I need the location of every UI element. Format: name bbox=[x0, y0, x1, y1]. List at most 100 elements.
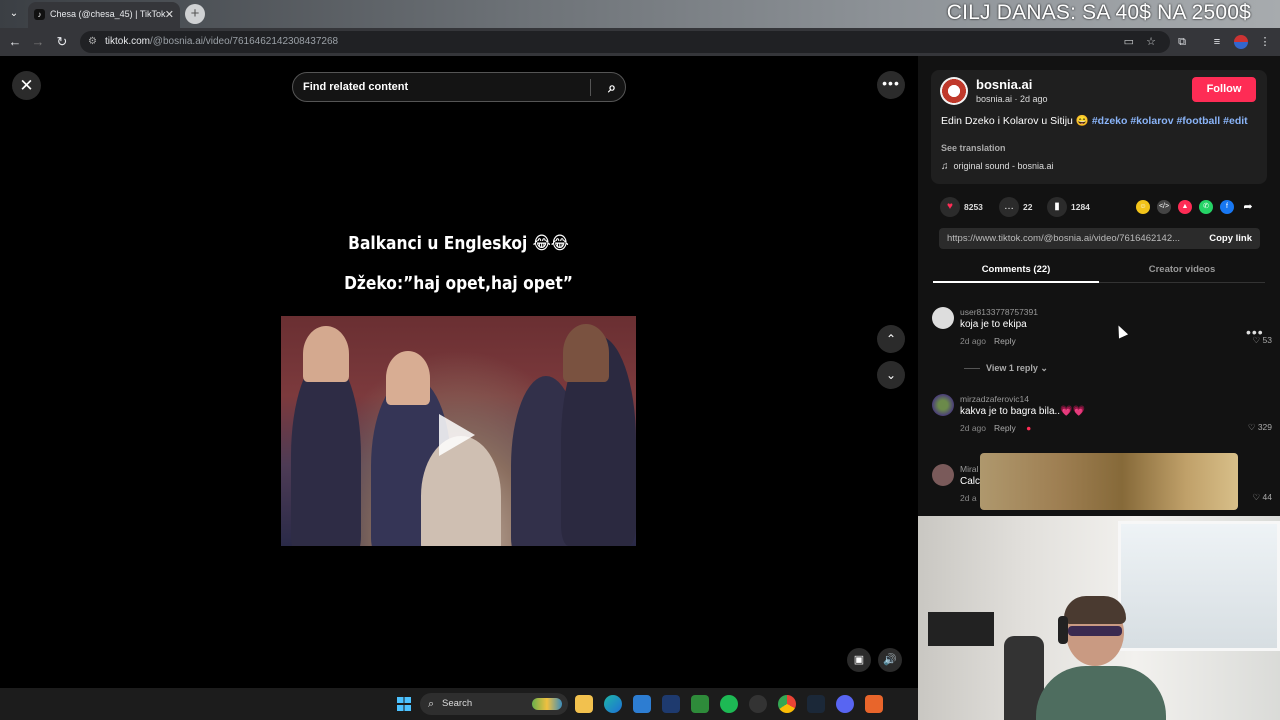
comment-text: Calc bbox=[960, 476, 981, 487]
app-icon[interactable] bbox=[662, 695, 680, 713]
comment-age: 2d ago bbox=[960, 423, 986, 433]
volume-icon[interactable]: 🔊 bbox=[878, 648, 902, 672]
stream-goal-overlay: CILJ DANAS: SA 40$ NA 2500$ bbox=[946, 1, 1251, 24]
video-link-url[interactable]: https://www.tiktok.com/@bosnia.ai/video/… bbox=[947, 228, 1187, 249]
steam-icon[interactable] bbox=[807, 695, 825, 713]
description-text: Edin Dzeko i Kolarov u Sitiju 😄 bbox=[941, 115, 1089, 127]
obs-icon[interactable] bbox=[749, 695, 767, 713]
like-count: 8253 bbox=[964, 202, 983, 212]
hashtag[interactable]: #kolarov bbox=[1130, 115, 1173, 127]
reply-button[interactable]: Reply bbox=[994, 336, 1016, 346]
video-description: Edin Dzeko i Kolarov u Sitiju 😄 #dzeko #… bbox=[941, 115, 1251, 128]
comment-meta: 2d ago Reply bbox=[960, 336, 1016, 346]
coin-gift-icon[interactable]: ☺ bbox=[1136, 200, 1150, 214]
search-divider bbox=[590, 79, 591, 96]
copy-link-button[interactable]: Copy link bbox=[1209, 228, 1252, 249]
spotify-icon[interactable] bbox=[720, 695, 738, 713]
comment-like[interactable]: ♡ 329 bbox=[1248, 422, 1272, 433]
new-tab-button[interactable]: + bbox=[185, 4, 205, 24]
follow-button[interactable]: Follow bbox=[1192, 77, 1256, 102]
video-more-options-button[interactable]: ••• bbox=[877, 71, 905, 99]
commenter-name[interactable]: mirzadzaferovic14 bbox=[960, 394, 1029, 404]
commenter-avatar[interactable] bbox=[932, 307, 954, 329]
forward-icon[interactable]: → bbox=[29, 33, 47, 51]
author-name[interactable]: bosnia.ai bbox=[976, 77, 1032, 92]
comment-like-count: 329 bbox=[1257, 422, 1272, 432]
hashtag[interactable]: #dzeko bbox=[1092, 115, 1128, 127]
view-replies-button[interactable]: View 1 reply ⌄ bbox=[964, 363, 1048, 374]
tiktok-favicon-icon: ♪ bbox=[34, 9, 45, 20]
commenter-name[interactable]: Miral bbox=[960, 464, 978, 474]
music-note-icon: ♫ bbox=[941, 161, 949, 172]
caption-line-2: Džeko:”haj opet,haj opet” bbox=[344, 273, 573, 294]
floating-player-icon[interactable]: ▣ bbox=[847, 648, 871, 672]
facebook-icon[interactable]: f bbox=[1220, 200, 1234, 214]
app-icon[interactable] bbox=[865, 695, 883, 713]
address-bar[interactable]: ⚙ tiktok.com/@bosnia.ai/video/7616462142… bbox=[80, 31, 1170, 53]
tab-creator-videos[interactable]: Creator videos bbox=[1099, 261, 1265, 278]
save-count: 1284 bbox=[1071, 202, 1090, 212]
author-avatar[interactable] bbox=[940, 77, 968, 105]
webcam-person-hair bbox=[1064, 596, 1126, 624]
comment-like[interactable]: ♡ 44 bbox=[1253, 492, 1272, 503]
hashtag[interactable]: #edit bbox=[1223, 115, 1248, 127]
comment-like-count: 53 bbox=[1262, 335, 1272, 345]
embed-code-icon[interactable]: </> bbox=[1157, 200, 1171, 214]
panel-tabs: Comments (22) Creator videos bbox=[933, 261, 1265, 283]
comment-more-options-icon[interactable]: ••• bbox=[1246, 324, 1264, 340]
see-translation-link[interactable]: See translation bbox=[941, 143, 1006, 153]
reload-icon[interactable]: ↻ bbox=[53, 33, 71, 51]
author-meta: bosnia.ai · 2d ago bbox=[976, 94, 1048, 104]
sound-link[interactable]: ♫ original sound - bosnia.ai bbox=[941, 161, 1054, 172]
video-frame bbox=[281, 316, 636, 546]
tab-comments[interactable]: Comments (22) bbox=[933, 261, 1099, 283]
commenter-avatar[interactable] bbox=[932, 464, 954, 486]
commenter-avatar[interactable] bbox=[932, 394, 954, 416]
view-replies-label: View 1 reply bbox=[986, 363, 1038, 373]
media-queue-icon[interactable]: ≡ bbox=[1209, 34, 1225, 50]
browser-tab[interactable]: ♪ Chesa (@chesa_45) | TikTok ✕ bbox=[28, 2, 180, 28]
cast-icon[interactable]: ▭ bbox=[1124, 31, 1134, 53]
send-icon[interactable]: ▲ bbox=[1178, 200, 1192, 214]
heart-icon[interactable]: ♥ bbox=[940, 197, 960, 217]
reply-button[interactable]: Reply bbox=[994, 423, 1016, 433]
comment-age: 2d ago bbox=[960, 336, 986, 346]
bookmark-star-icon[interactable]: ☆ bbox=[1146, 31, 1156, 53]
store-icon[interactable] bbox=[633, 695, 651, 713]
comment-age: 2d a bbox=[960, 493, 977, 503]
file-explorer-icon[interactable] bbox=[575, 695, 593, 713]
comment-meta: 2d a bbox=[960, 493, 977, 503]
windows-start-icon[interactable] bbox=[397, 697, 411, 711]
next-video-chevron-down-icon[interactable]: ⌄ bbox=[877, 361, 905, 389]
extensions-icon[interactable]: ⧉ bbox=[1174, 34, 1190, 50]
video-player[interactable]: Balkanci u Engleskoj 😂😂 Džeko:”haj opet,… bbox=[281, 114, 636, 688]
hashtag[interactable]: #football bbox=[1176, 115, 1220, 127]
tab-search-icon[interactable]: ⌄ bbox=[4, 4, 24, 24]
profile-avatar[interactable] bbox=[1234, 35, 1248, 49]
site-info-icon[interactable]: ⚙ bbox=[88, 31, 97, 53]
close-video-button[interactable]: ✕ bbox=[12, 71, 41, 100]
player-face bbox=[303, 326, 349, 382]
play-icon[interactable] bbox=[439, 414, 475, 456]
search-icon: ⌕ bbox=[428, 698, 435, 710]
chrome-icon[interactable] bbox=[778, 695, 796, 713]
comment-meta: 2d ago Reply ● bbox=[960, 423, 1031, 433]
comment-icon[interactable]: … bbox=[999, 197, 1019, 217]
previous-video-chevron-up-icon[interactable]: ⌃ bbox=[877, 325, 905, 353]
comment-text: koja je to ekipa bbox=[960, 319, 1027, 330]
tab-close-icon[interactable]: ✕ bbox=[165, 8, 174, 21]
commenter-name[interactable]: user8133778757391 bbox=[960, 307, 1038, 317]
related-search-input[interactable]: Find related content ⌕ bbox=[292, 72, 626, 102]
share-arrow-icon[interactable]: ➦ bbox=[1241, 200, 1255, 214]
whatsapp-icon[interactable]: ✆ bbox=[1199, 200, 1213, 214]
discord-icon[interactable] bbox=[836, 695, 854, 713]
sound-name: original sound - bosnia.ai bbox=[953, 161, 1054, 171]
taskbar-search[interactable]: ⌕ Search bbox=[420, 693, 568, 715]
chrome-menu-icon[interactable]: ⋮ bbox=[1257, 34, 1273, 50]
edge-icon[interactable] bbox=[604, 695, 622, 713]
url-path: /@bosnia.ai/video/7616462142308437268 bbox=[150, 36, 339, 47]
minecraft-icon[interactable] bbox=[691, 695, 709, 713]
back-icon[interactable]: ← bbox=[6, 33, 24, 51]
search-icon[interactable]: ⌕ bbox=[608, 73, 616, 101]
bookmark-icon[interactable]: ▮ bbox=[1047, 197, 1067, 217]
